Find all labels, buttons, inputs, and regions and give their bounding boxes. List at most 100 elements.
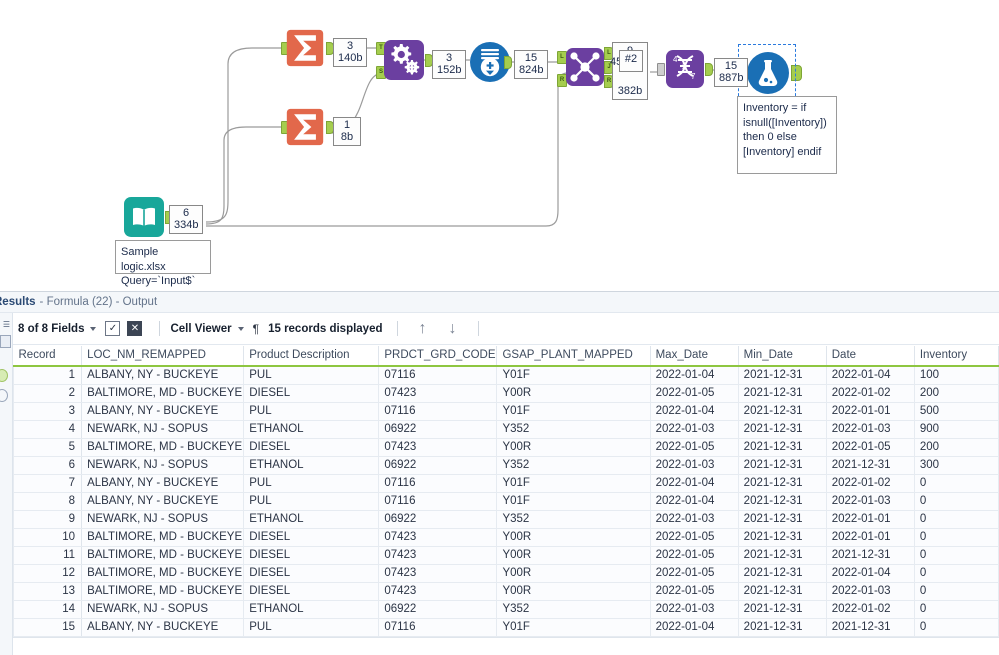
table-cell[interactable]: 2021-12-31 [738, 583, 826, 601]
table-cell[interactable]: 2021-12-31 [738, 475, 826, 493]
table-cell[interactable]: 07116 [379, 403, 497, 421]
table-row[interactable]: 11BALTIMORE, MD - BUCKEYEDIESEL07423Y00R… [14, 547, 999, 565]
table-cell[interactable]: DIESEL [244, 547, 379, 565]
table-cell[interactable]: Y00R [497, 547, 650, 565]
table-cell[interactable]: BALTIMORE, MD - BUCKEYE [82, 565, 244, 583]
table-cell[interactable]: 2022-01-05 [650, 529, 738, 547]
table-cell[interactable]: 2021-12-31 [738, 601, 826, 619]
table-cell[interactable]: 2022-01-03 [826, 493, 914, 511]
sort-output-anchor[interactable] [705, 63, 713, 76]
table-cell-record[interactable]: 4 [14, 421, 82, 439]
table-cell[interactable]: 2021-12-31 [738, 385, 826, 403]
table-cell[interactable]: 2021-12-31 [826, 619, 914, 637]
sort-input-anchor[interactable] [657, 63, 665, 76]
table-cell[interactable]: 07423 [379, 547, 497, 565]
column-header-max-date[interactable]: Max_Date [650, 346, 738, 366]
table-cell-record[interactable]: 10 [14, 529, 82, 547]
column-header-inventory[interactable]: Inventory [914, 346, 998, 366]
table-cell[interactable]: 2021-12-31 [738, 511, 826, 529]
panel-toggle-icon[interactable] [0, 335, 11, 348]
table-row[interactable]: 14NEWARK, NJ - SOPUSETHANOL06922Y3522022… [14, 601, 999, 619]
arrow-down-icon[interactable]: ↓ [449, 320, 457, 338]
table-cell[interactable]: 2021-12-31 [738, 619, 826, 637]
table-cell[interactable]: Y352 [497, 421, 650, 439]
chevron-down-icon[interactable] [90, 327, 96, 331]
table-cell[interactable]: 0 [914, 511, 998, 529]
table-cell[interactable]: 0 [914, 619, 998, 637]
column-header-record[interactable]: Record [14, 346, 82, 366]
table-cell[interactable]: 200 [914, 439, 998, 457]
chevron-down-icon[interactable] [238, 327, 244, 331]
table-cell[interactable]: 2022-01-04 [826, 366, 914, 385]
table-cell-record[interactable]: 14 [14, 601, 82, 619]
table-cell[interactable]: 07423 [379, 385, 497, 403]
table-cell[interactable]: 2022-01-05 [826, 439, 914, 457]
table-cell[interactable]: 2021-12-31 [738, 547, 826, 565]
table-cell[interactable]: Y352 [497, 601, 650, 619]
table-cell-record[interactable]: 6 [14, 457, 82, 475]
table-cell[interactable]: ALBANY, NY - BUCKEYE [82, 475, 244, 493]
table-cell-record[interactable]: 3 [14, 403, 82, 421]
table-cell[interactable]: 06922 [379, 511, 497, 529]
whitespace-icon[interactable]: ¶ [253, 322, 259, 336]
table-row[interactable]: 2BALTIMORE, MD - BUCKEYEDIESEL07423Y00R2… [14, 385, 999, 403]
table-cell[interactable]: 07423 [379, 583, 497, 601]
table-cell[interactable]: 2022-01-02 [826, 385, 914, 403]
table-cell[interactable]: 2021-12-31 [738, 421, 826, 439]
table-cell[interactable]: 07423 [379, 565, 497, 583]
table-cell[interactable]: 2021-12-31 [738, 439, 826, 457]
table-cell-record[interactable]: 12 [14, 565, 82, 583]
table-cell[interactable]: 07116 [379, 493, 497, 511]
table-cell[interactable]: 0 [914, 493, 998, 511]
table-cell[interactable]: Y352 [497, 457, 650, 475]
table-cell[interactable]: ETHANOL [244, 601, 379, 619]
table-cell[interactable]: PUL [244, 493, 379, 511]
table-cell[interactable]: BALTIMORE, MD - BUCKEYE [82, 547, 244, 565]
table-cell[interactable]: 06922 [379, 421, 497, 439]
column-header-prdct-grd-code[interactable]: PRDCT_GRD_CODE [379, 346, 497, 366]
table-cell[interactable]: BALTIMORE, MD - BUCKEYE [82, 439, 244, 457]
table-row[interactable]: 15ALBANY, NY - BUCKEYEPUL07116Y01F2022-0… [14, 619, 999, 637]
table-cell[interactable]: PUL [244, 619, 379, 637]
table-cell[interactable]: 2022-01-05 [650, 547, 738, 565]
table-cell[interactable]: DIESEL [244, 583, 379, 601]
table-row[interactable]: 8ALBANY, NY - BUCKEYEPUL07116Y01F2022-01… [14, 493, 999, 511]
table-cell[interactable]: 900 [914, 421, 998, 439]
table-row[interactable]: 7ALBANY, NY - BUCKEYEPUL07116Y01F2022-01… [14, 475, 999, 493]
table-cell[interactable]: 2021-12-31 [738, 493, 826, 511]
table-cell[interactable]: 2021-12-31 [738, 565, 826, 583]
table-cell[interactable]: ALBANY, NY - BUCKEYE [82, 403, 244, 421]
table-cell[interactable]: 07423 [379, 439, 497, 457]
column-header-product-description[interactable]: Product Description [244, 346, 379, 366]
results-grid[interactable]: Record LOC_NM_REMAPPED Product Descripti… [13, 346, 999, 655]
menu-lines-icon[interactable]: ☰ [1, 319, 12, 330]
table-cell[interactable]: 2022-01-05 [650, 583, 738, 601]
table-cell[interactable]: 0 [914, 547, 998, 565]
table-cell[interactable]: 2022-01-02 [826, 475, 914, 493]
table-cell[interactable]: 2021-12-31 [826, 547, 914, 565]
table-cell[interactable]: PUL [244, 366, 379, 385]
column-header-date[interactable]: Date [826, 346, 914, 366]
column-header-loc-nm-remapped[interactable]: LOC_NM_REMAPPED [82, 346, 244, 366]
table-cell[interactable]: BALTIMORE, MD - BUCKEYE [82, 529, 244, 547]
table-cell[interactable]: BALTIMORE, MD - BUCKEYE [82, 583, 244, 601]
table-cell[interactable]: 2021-12-31 [738, 529, 826, 547]
table-cell[interactable]: 2022-01-03 [650, 511, 738, 529]
table-cell[interactable]: 2021-12-31 [738, 457, 826, 475]
table-cell[interactable]: 0 [914, 583, 998, 601]
table-cell[interactable]: NEWARK, NJ - SOPUS [82, 511, 244, 529]
table-cell[interactable]: 2022-01-04 [650, 493, 738, 511]
table-cell[interactable]: ETHANOL [244, 421, 379, 439]
arrow-up-icon[interactable]: ↑ [419, 320, 427, 338]
table-cell[interactable]: 06922 [379, 601, 497, 619]
table-cell[interactable]: Y00R [497, 385, 650, 403]
table-cell-record[interactable]: 1 [14, 366, 82, 385]
table-cell[interactable]: Y00R [497, 583, 650, 601]
table-cell[interactable]: NEWARK, NJ - SOPUS [82, 421, 244, 439]
table-cell[interactable]: ETHANOL [244, 511, 379, 529]
table-cell[interactable]: 2021-12-31 [826, 457, 914, 475]
table-cell[interactable]: 2022-01-03 [826, 421, 914, 439]
table-cell-record[interactable]: 11 [14, 547, 82, 565]
table-cell[interactable]: 0 [914, 529, 998, 547]
checkbox-icon[interactable]: ✓ [105, 321, 120, 336]
